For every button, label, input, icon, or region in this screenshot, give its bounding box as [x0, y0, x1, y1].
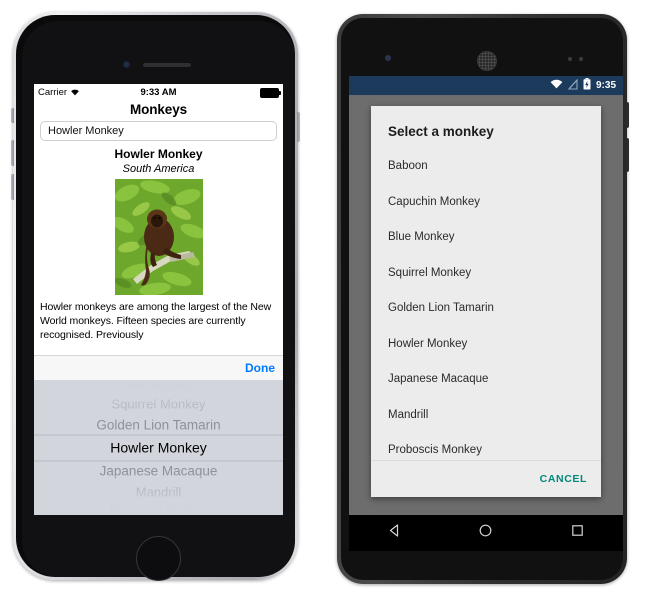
select-monkey-dialog: Select a monkey Baboon Capuchin Monkey B… — [371, 106, 601, 497]
list-item[interactable]: Mandrill — [388, 398, 584, 434]
done-button[interactable]: Done — [245, 361, 275, 375]
iphone-volume-up-button[interactable] — [11, 140, 14, 166]
android-bezel: 9:35 Select a monkey Baboon Capuchin Mon… — [341, 18, 623, 580]
front-camera-icon — [123, 61, 130, 68]
cancel-button[interactable]: CANCEL — [540, 473, 587, 485]
list-item[interactable]: Blue Monkey — [388, 220, 584, 256]
picker-item[interactable]: Golden Lion Tamarin — [34, 414, 283, 435]
list-item[interactable]: Baboon — [388, 149, 584, 185]
list-item[interactable]: Howler Monkey — [388, 327, 584, 363]
picker-accessory-toolbar: Done — [34, 355, 283, 380]
picker-item[interactable]: Japanese Macaque — [34, 460, 283, 481]
iphone-device-frame: Carrier 9:33 AM Monkeys Howler Monkey Ho… — [11, 12, 300, 581]
list-item[interactable]: Squirrel Monkey — [388, 256, 584, 292]
list-item[interactable]: Japanese Macaque — [388, 362, 584, 398]
monkey-picker-wheel[interactable]: Capuchin Monkey Blue Monkey Squirrel Mon… — [34, 380, 283, 515]
search-input[interactable] — [40, 121, 277, 141]
android-status-bar: 9:35 — [349, 76, 623, 95]
dialog-footer: CANCEL — [371, 460, 601, 497]
back-triangle-icon[interactable] — [387, 523, 402, 543]
list-item[interactable]: Capuchin Monkey — [388, 185, 584, 221]
front-camera-icon — [385, 55, 391, 61]
ios-status-bar: Carrier 9:33 AM — [34, 84, 283, 101]
signal-no-sim-icon — [567, 78, 578, 93]
detail-monkey-region: South America — [122, 163, 195, 175]
detail-description: Howler monkeys are among the largest of … — [40, 301, 272, 341]
iphone-mute-switch[interactable] — [11, 108, 14, 123]
picker-item-selected[interactable]: Howler Monkey — [34, 435, 283, 460]
howler-monkey-photo — [114, 179, 203, 295]
android-volume-button[interactable] — [626, 138, 629, 172]
earpiece-speaker-icon — [477, 51, 497, 71]
picker-item[interactable]: Blue Monkey — [34, 380, 283, 393]
iphone-power-button[interactable] — [297, 112, 300, 142]
detail-monkey-name: Howler Monkey — [114, 147, 203, 161]
android-power-button[interactable] — [626, 102, 629, 128]
earpiece-speaker-icon — [143, 63, 191, 67]
android-navigation-bar — [349, 515, 623, 551]
list-item[interactable]: Golden Lion Tamarin — [388, 291, 584, 327]
android-clock: 9:35 — [595, 80, 616, 91]
battery-full-icon — [260, 87, 281, 98]
android-screen: 9:35 Select a monkey Baboon Capuchin Mon… — [349, 76, 623, 551]
search-field-wrapper — [34, 121, 283, 146]
dialog-option-list: Baboon Capuchin Monkey Blue Monkey Squir… — [371, 149, 601, 469]
light-sensor-icon — [579, 57, 583, 61]
picker-item[interactable]: Mandrill — [34, 481, 283, 502]
picker-item-list[interactable]: Capuchin Monkey Blue Monkey Squirrel Mon… — [34, 380, 283, 515]
picker-item[interactable]: Squirrel Monkey — [34, 393, 283, 414]
dialog-title: Select a monkey — [388, 124, 494, 139]
home-circle-icon[interactable] — [478, 523, 493, 543]
screenshot-stage: Carrier 9:33 AM Monkeys Howler Monkey Ho… — [0, 0, 648, 600]
proximity-sensor-icon — [568, 57, 572, 61]
recents-square-icon[interactable] — [570, 523, 585, 543]
page-title: Monkeys — [129, 102, 188, 117]
iphone-bezel: Carrier 9:33 AM Monkeys Howler Monkey Ho… — [16, 15, 295, 581]
wifi-icon — [550, 79, 563, 92]
battery-charging-icon — [583, 78, 591, 93]
home-button[interactable] — [136, 536, 181, 581]
iphone-screen: Carrier 9:33 AM Monkeys Howler Monkey Ho… — [34, 84, 283, 515]
ios-clock: 9:33 AM — [140, 87, 177, 98]
android-device-frame: 9:35 Select a monkey Baboon Capuchin Mon… — [337, 14, 629, 584]
iphone-volume-down-button[interactable] — [11, 174, 14, 200]
picker-item[interactable]: Proboscis Monkey — [34, 502, 283, 515]
